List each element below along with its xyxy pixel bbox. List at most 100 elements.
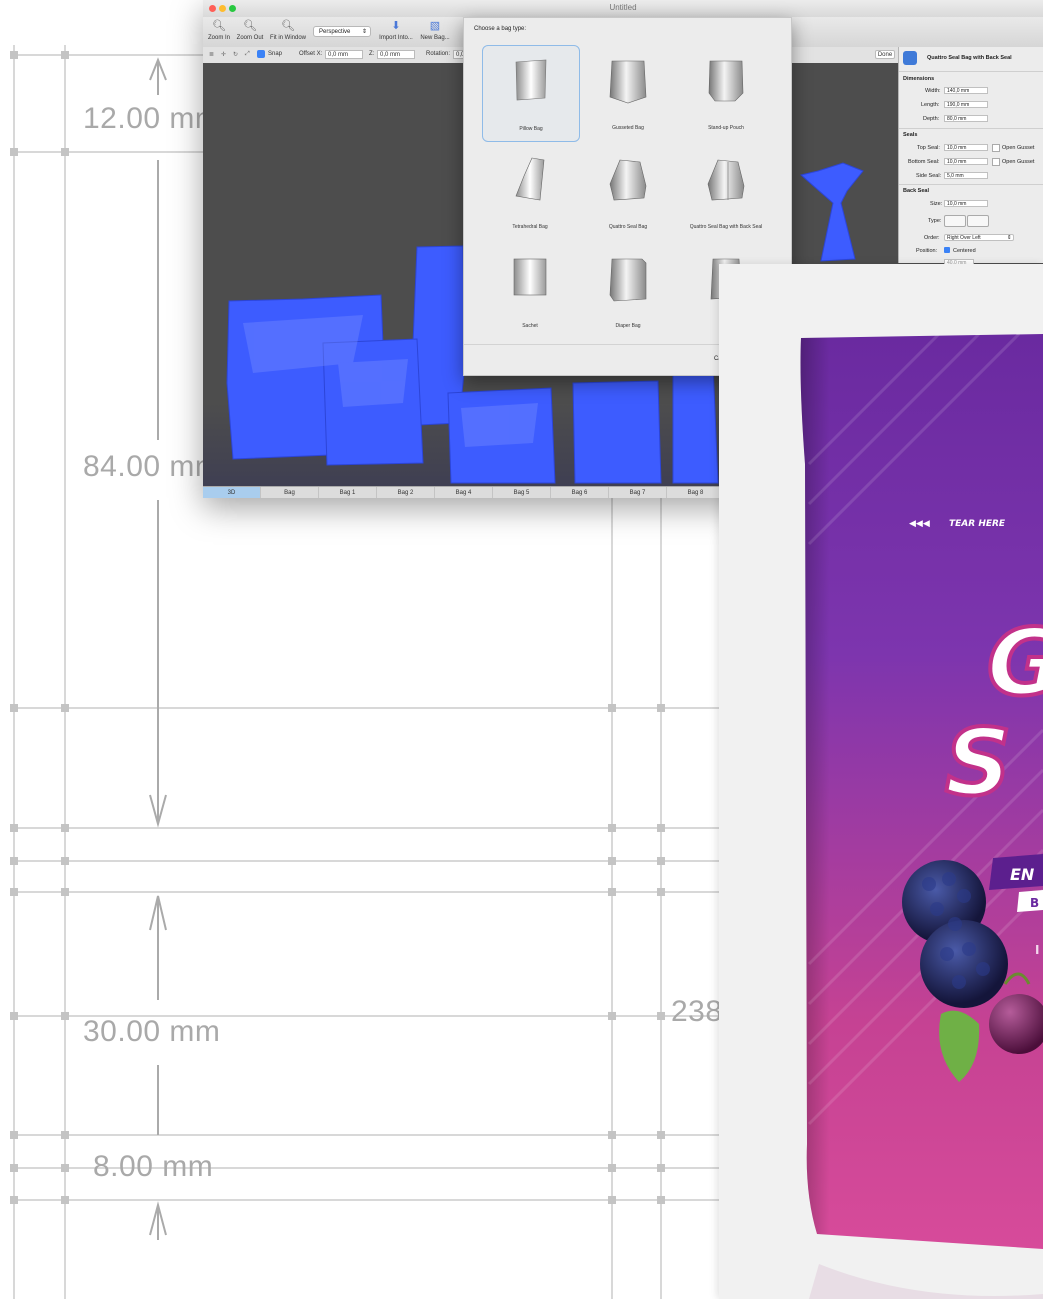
new-bag-button[interactable]: ▧ New Bag...	[420, 20, 450, 41]
bag-label-tetrahedral: Tetrahedral Bag	[512, 224, 548, 230]
brand-letter-1: G	[987, 609, 1043, 716]
new-bag-label: New Bag...	[420, 35, 450, 41]
bag-quattro	[672, 362, 719, 484]
z-field[interactable]: 0,0 mm	[377, 50, 415, 59]
snap-label: Snap	[268, 51, 283, 57]
banner-text-2: B	[1030, 896, 1039, 910]
length-field[interactable]: 190,0 mm	[944, 101, 988, 108]
position-label: Position:	[916, 248, 938, 254]
seals-heading: Seals	[903, 132, 918, 138]
snap-checkbox[interactable]	[257, 50, 265, 58]
fit-icon: 🔍︎	[281, 20, 295, 32]
sheet-title: Choose a bag type:	[474, 26, 527, 32]
import-into-button[interactable]: ⬇ Import Into...	[379, 20, 413, 41]
bag-label-quattro: Quattro Seal Bag	[608, 224, 648, 230]
import-icon: ⬇	[391, 20, 401, 32]
bag-label-standup: Stand-up Pouch	[708, 125, 744, 131]
tear-here-text: TEAR HERE	[949, 519, 1006, 529]
top-seal-label: Top Seal:	[917, 145, 940, 151]
panel-title: Quattro Seal Bag with Back Seal	[927, 55, 1012, 61]
scale-icon[interactable]: ⤢	[245, 51, 250, 58]
rotate-icon[interactable]: ↻	[233, 51, 238, 58]
zoom-in-label: Zoom In	[207, 35, 230, 41]
open-gusset-label-bottom: Open Gusset	[1002, 159, 1035, 165]
brand-letter-2: S	[945, 709, 1011, 816]
title-bar: Untitled	[203, 0, 1043, 18]
tab-bag[interactable]: Bag	[261, 487, 319, 498]
depth-field[interactable]: 80,0 mm	[944, 115, 988, 122]
tab-bag-8[interactable]: Bag 8	[667, 487, 725, 498]
length-label: Length:	[921, 102, 940, 108]
order-select[interactable]: Right Over Left	[944, 234, 1014, 241]
centered-label: Centered	[953, 248, 976, 254]
rotation-label: Rotation:	[426, 51, 451, 57]
side-seal-field[interactable]: 5,0 mm	[944, 172, 988, 179]
size-label: Size:	[930, 201, 943, 207]
fin-seal-type-button[interactable]	[944, 215, 966, 227]
perspective-value: Perspective	[319, 29, 351, 35]
bag-label-sachet: Sachet	[522, 323, 538, 329]
bag-option-pillow[interactable]: Pillow Bag	[482, 45, 580, 142]
bag-option-quattro-back-seal[interactable]: Quattro Seal Bag with Back Seal	[678, 144, 774, 239]
width-field[interactable]: 140,0 mm	[944, 87, 988, 94]
bag-option-sachet[interactable]: Sachet	[482, 243, 578, 338]
chevron-updown-icon: ⇕	[1007, 235, 1012, 241]
move-icon[interactable]: ✛	[221, 51, 226, 58]
size-field[interactable]: 10,0 mm	[944, 200, 988, 207]
side-seal-label: Side Seal:	[916, 173, 942, 179]
pillow-bag-icon	[515, 59, 547, 101]
perspective-select[interactable]: Perspective ⇕	[313, 26, 371, 37]
open-gusset-checkbox-bottom[interactable]	[992, 158, 1000, 166]
bag-option-tetrahedral[interactable]: Tetrahedral Bag	[482, 144, 578, 239]
depth-label: Depth:	[923, 116, 940, 122]
open-gusset-label-top: Open Gusset	[1002, 145, 1035, 151]
bag-label-quattro-back-seal: Quattro Seal Bag with Back Seal	[689, 224, 763, 230]
bottom-seal-label: Bottom Seal:	[908, 159, 940, 165]
bag-label-gusseted: Gusseted Bag	[612, 125, 644, 131]
bag-label-diaper: Diaper Bag	[615, 323, 641, 329]
offset-x-label: Offset X:	[299, 51, 323, 57]
banner-text-1: EN	[1010, 865, 1035, 884]
bag-option-standup[interactable]: Stand-up Pouch	[678, 45, 774, 140]
tab-bag-6[interactable]: Bag 6	[551, 487, 609, 498]
dimension-label-gusset: 30.00 mm	[83, 1015, 221, 1048]
tab-bag-4[interactable]: Bag 4	[435, 487, 493, 498]
top-seal-field[interactable]: 10,0 mm	[944, 144, 988, 151]
type-label: Type:	[928, 218, 942, 224]
align-icon[interactable]: ≣	[209, 51, 214, 58]
import-label: Import Into...	[379, 35, 413, 41]
bag-type-icon	[903, 51, 917, 65]
quattro-back-seal-icon	[707, 159, 745, 201]
chevron-updown-icon: ⇕	[361, 29, 367, 35]
dimension-label-body: 84.00 mm	[83, 450, 221, 483]
bag-product-render: ◀◀◀ TEAR HERE G S EN B I	[719, 264, 1043, 1299]
tab-bag-7[interactable]: Bag 7	[609, 487, 667, 498]
back-seal-heading: Back Seal	[903, 188, 929, 194]
bottom-seal-field[interactable]: 10,0 mm	[944, 158, 988, 165]
tab-bag-1[interactable]: Bag 1	[319, 487, 377, 498]
tab-bag-5[interactable]: Bag 5	[493, 487, 551, 498]
lap-seal-type-button[interactable]	[967, 215, 989, 227]
done-button[interactable]: Done	[875, 50, 895, 59]
zoom-out-label: Zoom Out	[236, 35, 264, 41]
offset-x-field[interactable]: 0,0 mm	[325, 50, 363, 59]
dimensions-heading: Dimensions	[903, 76, 935, 82]
bag-option-gusseted[interactable]: Gusseted Bag	[580, 45, 676, 140]
bag-tetrahedral	[799, 162, 864, 262]
tab-3d[interactable]: 3D	[203, 487, 261, 498]
sachet-icon	[513, 258, 547, 296]
centered-checkbox[interactable]	[944, 247, 950, 253]
standup-pouch-icon	[708, 60, 744, 102]
bag-option-quattro[interactable]: Quattro Seal Bag	[580, 144, 676, 239]
bag-option-diaper[interactable]: Diaper Bag	[580, 243, 676, 338]
fit-in-window-button[interactable]: 🔍︎ Fit in Window	[269, 20, 307, 41]
bag-diaper	[572, 380, 662, 484]
zoom-out-button[interactable]: 🔍︎ Zoom Out	[236, 20, 264, 41]
zoom-out-icon: 🔍︎	[243, 20, 257, 32]
tab-bag-2[interactable]: Bag 2	[377, 487, 435, 498]
zoom-in-icon: 🔍︎	[212, 20, 226, 32]
bag-label-pillow: Pillow Bag	[519, 126, 543, 132]
open-gusset-checkbox-top[interactable]	[992, 144, 1000, 152]
width-label: Width:	[925, 88, 941, 94]
zoom-in-button[interactable]: 🔍︎ Zoom In	[207, 20, 231, 41]
